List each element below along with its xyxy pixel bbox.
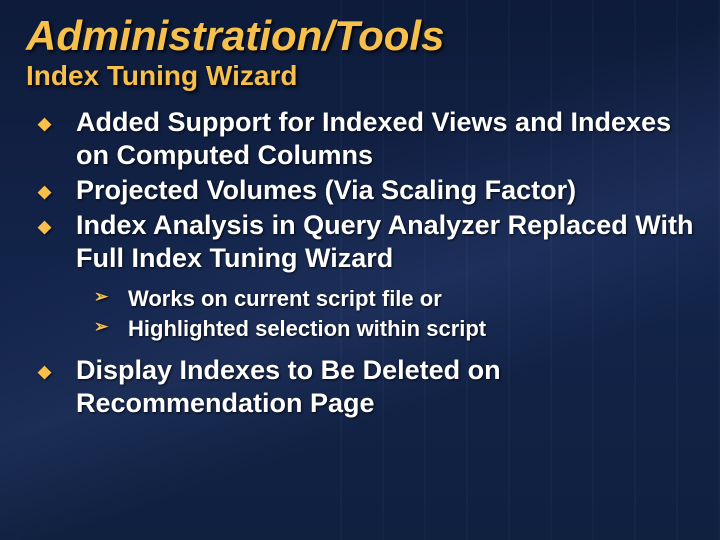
sub-list-item-text: Highlighted selection within script [128,316,486,341]
list-item: ◆ Added Support for Indexed Views and In… [32,106,694,172]
list-item: ◆ Projected Volumes (Via Scaling Factor) [32,174,694,207]
list-item-text: Projected Volumes (Via Scaling Factor) [76,175,576,205]
diamond-icon: ◆ [38,115,51,132]
list-item-text: Added Support for Indexed Views and Inde… [76,107,671,170]
diamond-icon: ◆ [38,183,51,200]
slide-title: Administration/Tools [26,14,694,58]
sub-list-item: ➢ Works on current script file or [94,285,694,314]
diamond-icon: ◆ [38,218,51,235]
list-item-text: Display Indexes to Be Deleted on Recomme… [76,355,501,418]
bullet-list: ◆ Added Support for Indexed Views and In… [26,106,694,420]
arrow-icon: ➢ [94,318,108,335]
slide-subtitle: Index Tuning Wizard [26,60,694,92]
list-item-text: Index Analysis in Query Analyzer Replace… [76,210,693,273]
arrow-icon: ➢ [94,288,108,305]
sub-list-item-text: Works on current script file or [128,286,442,311]
slide: Administration/Tools Index Tuning Wizard… [0,0,720,540]
sub-list-item: ➢ Highlighted selection within script [94,315,694,344]
diamond-icon: ◆ [38,363,51,380]
sub-bullet-list: ➢ Works on current script file or ➢ High… [32,285,694,344]
list-item: ◆ Index Analysis in Query Analyzer Repla… [32,209,694,275]
list-item: ◆ Display Indexes to Be Deleted on Recom… [32,354,694,420]
